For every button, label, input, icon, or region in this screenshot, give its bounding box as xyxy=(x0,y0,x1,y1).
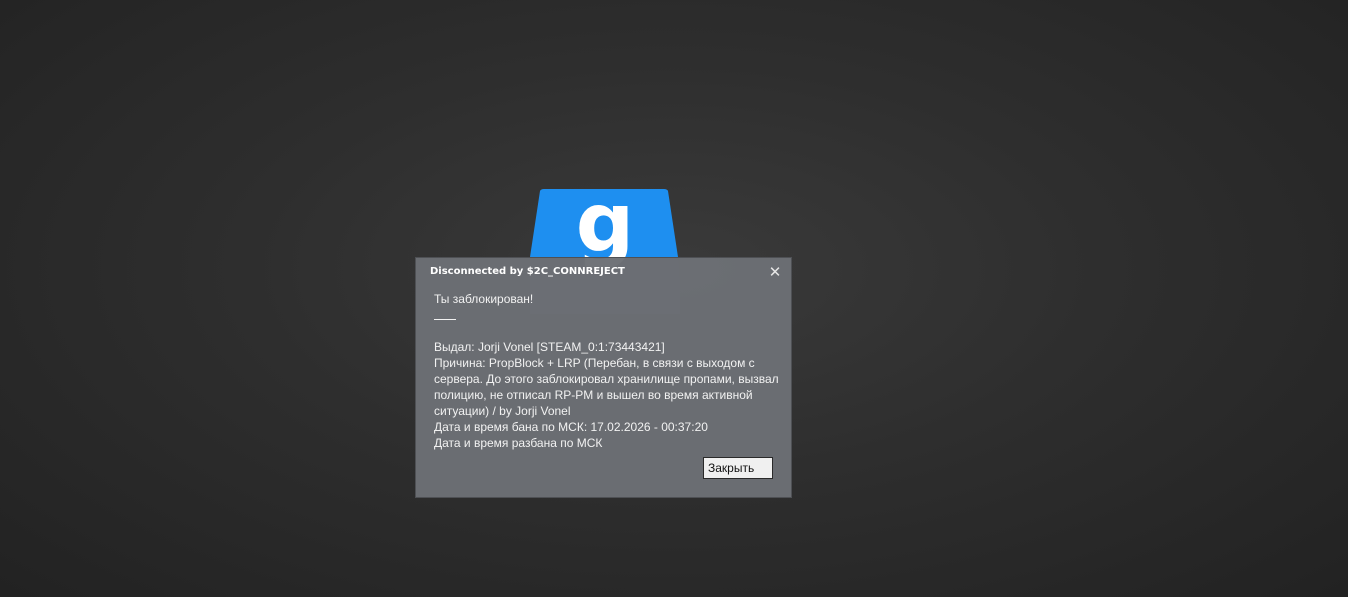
unban-time-text: Дата и время разбана по МСК xyxy=(434,436,603,450)
issuer-text: Выдал: Jorji Vonel [STEAM_0:1:73443421] xyxy=(434,340,665,354)
dialog-message: Ты заблокирован! Выдал: Jorji Vonel [STE… xyxy=(434,291,779,451)
separator-line xyxy=(434,319,456,320)
reason-text: Причина: PropBlock + LRP (Перебан, в свя… xyxy=(434,356,782,418)
dialog-title: Disconnected by $2C_CONNREJECT xyxy=(430,266,625,277)
ban-notice: Ты заблокирован! xyxy=(434,292,534,306)
ban-time-text: Дата и время бана по МСК: 17.02.2026 - 0… xyxy=(434,420,708,434)
disconnect-dialog: Disconnected by $2C_CONNREJECT ✕ Ты забл… xyxy=(415,257,792,498)
close-icon[interactable]: ✕ xyxy=(768,264,782,280)
close-button[interactable]: Закрыть xyxy=(703,457,773,479)
